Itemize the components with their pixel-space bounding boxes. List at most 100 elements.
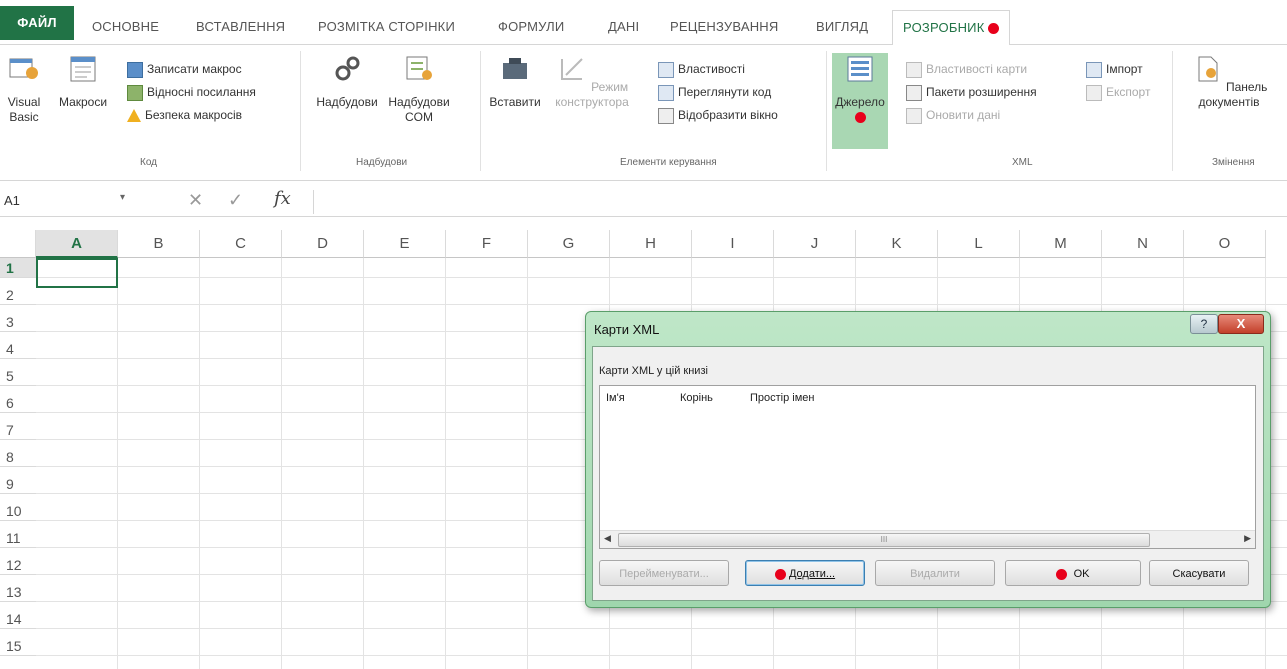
grid-line	[281, 258, 282, 669]
show-window-button[interactable]: Відобразити вікно	[658, 105, 778, 125]
column-header[interactable]: A	[36, 230, 118, 258]
ok-button[interactable]: OK	[1005, 560, 1141, 586]
visual-basic-button[interactable]: Visual Basic	[2, 53, 46, 125]
row-header[interactable]: 3	[0, 312, 36, 332]
warning-icon	[127, 109, 141, 123]
column-header[interactable]: D	[282, 230, 364, 258]
column-header[interactable]: O	[1184, 230, 1266, 258]
design-mode-button[interactable]: Режим конструктора	[552, 53, 632, 110]
row-header[interactable]: 11	[0, 528, 36, 548]
column-header[interactable]: N	[1102, 230, 1184, 258]
tab-view[interactable]: ВИГЛЯД	[816, 14, 868, 40]
marker-dot	[854, 112, 866, 124]
select-all-corner[interactable]	[0, 230, 36, 258]
macros-button[interactable]: Макроси	[52, 53, 114, 110]
row-header[interactable]: 10	[0, 501, 36, 521]
map-properties-button[interactable]: Властивості карти	[906, 59, 1027, 79]
name-box[interactable]: A1	[0, 188, 132, 214]
tab-home[interactable]: ОСНОВНЕ	[92, 14, 159, 40]
insert-function-icon[interactable]: fx	[274, 188, 291, 209]
grid-line	[36, 277, 1287, 278]
row-header[interactable]: 9	[0, 474, 36, 494]
relative-refs-button[interactable]: Відносні посилання	[127, 82, 256, 102]
column-header-namespace[interactable]: Простір імен	[750, 392, 815, 404]
close-button[interactable]: X	[1218, 314, 1264, 334]
expansion-packs-icon	[906, 84, 922, 101]
column-header[interactable]: I	[692, 230, 774, 258]
rename-button[interactable]: Перейменувати...	[599, 560, 729, 586]
tab-page-layout[interactable]: РОЗМІТКА СТОРІНКИ	[318, 14, 455, 40]
group-label-addins: Надбудови	[356, 157, 408, 168]
column-header[interactable]: H	[610, 230, 692, 258]
formula-controls: ✕ ✓ fx	[170, 188, 310, 214]
column-header[interactable]: K	[856, 230, 938, 258]
tab-formulas[interactable]: ФОРМУЛИ	[498, 14, 564, 40]
document-panel-button[interactable]: Панель документів	[1180, 53, 1278, 110]
column-header-name[interactable]: Ім'я	[606, 392, 625, 404]
column-header[interactable]: F	[446, 230, 528, 258]
map-properties-icon	[906, 61, 922, 78]
horizontal-scrollbar[interactable]: ◀ III ▶	[600, 530, 1255, 548]
scroll-right-icon[interactable]: ▶	[1244, 533, 1251, 544]
tab-review[interactable]: РЕЦЕНЗУВАННЯ	[670, 14, 778, 40]
row-header[interactable]: 1	[0, 258, 36, 278]
xml-maps-list[interactable]: Ім'я Корінь Простір імен ◀ III ▶	[599, 385, 1256, 549]
properties-button[interactable]: Властивості	[658, 59, 745, 79]
import-button[interactable]: Імпорт	[1086, 59, 1143, 79]
expansion-packs-button[interactable]: Пакети розширення	[906, 82, 1037, 102]
source-button[interactable]: Джерело	[832, 53, 888, 149]
row-header[interactable]: 6	[0, 393, 36, 413]
com-addins-button[interactable]: Надбудови COM	[384, 53, 454, 125]
column-header[interactable]: B	[118, 230, 200, 258]
macro-security-button[interactable]: Безпека макросів	[127, 105, 242, 125]
document-panel-icon	[1198, 56, 1218, 82]
row-header[interactable]: 13	[0, 582, 36, 602]
tab-file[interactable]: ФАЙЛ	[0, 6, 74, 40]
com-addins-icon	[406, 56, 432, 80]
view-code-button[interactable]: Переглянути код	[658, 82, 771, 102]
tab-developer[interactable]: РОЗРОБНИК	[892, 10, 1011, 46]
cancel-icon[interactable]: ✕	[188, 190, 203, 211]
row-header[interactable]: 5	[0, 366, 36, 386]
formula-input[interactable]	[313, 190, 1284, 214]
export-button[interactable]: Експорт	[1086, 82, 1150, 102]
enter-icon[interactable]: ✓	[228, 190, 243, 211]
refresh-data-button[interactable]: Оновити дані	[906, 105, 1000, 125]
properties-icon	[658, 61, 674, 78]
addins-button[interactable]: Надбудови	[312, 53, 382, 110]
tab-data[interactable]: ДАНІ	[608, 14, 639, 40]
column-header-root[interactable]: Корінь	[680, 392, 713, 404]
macros-label: Макроси	[58, 95, 108, 109]
source-label: Джерело	[835, 95, 885, 109]
record-macro-button[interactable]: Записати макрос	[127, 59, 242, 79]
column-header[interactable]: C	[200, 230, 282, 258]
cancel-button[interactable]: Скасувати	[1149, 560, 1249, 586]
macros-icon	[70, 56, 96, 82]
column-header[interactable]: E	[364, 230, 446, 258]
row-header[interactable]: 2	[0, 285, 36, 305]
column-header[interactable]: G	[528, 230, 610, 258]
row-header[interactable]: 15	[0, 636, 36, 656]
column-header[interactable]: L	[938, 230, 1020, 258]
column-header[interactable]: M	[1020, 230, 1102, 258]
relative-refs-icon	[127, 84, 143, 101]
delete-button[interactable]: Видалити	[875, 560, 995, 586]
insert-control-button[interactable]: Вставити	[488, 53, 542, 110]
row-header[interactable]: 12	[0, 555, 36, 575]
scroll-left-icon[interactable]: ◀	[604, 533, 611, 544]
help-button[interactable]: ?	[1190, 314, 1218, 334]
row-header[interactable]: 14	[0, 609, 36, 629]
row-header[interactable]: 4	[0, 339, 36, 359]
column-header[interactable]: J	[774, 230, 856, 258]
name-box-dropdown-icon[interactable]: ▾	[120, 192, 125, 203]
row-header[interactable]: 7	[0, 420, 36, 440]
add-button[interactable]: Додати...	[745, 560, 865, 586]
refresh-data-label: Оновити дані	[926, 108, 1001, 122]
active-cell[interactable]	[36, 258, 118, 288]
macro-security-label: Безпека макросів	[145, 108, 243, 122]
grid-line	[117, 258, 118, 669]
design-mode-icon	[560, 58, 583, 80]
tab-insert[interactable]: ВСТАВЛЕННЯ	[196, 14, 285, 40]
scroll-thumb[interactable]: III	[618, 533, 1150, 547]
row-header[interactable]: 8	[0, 447, 36, 467]
